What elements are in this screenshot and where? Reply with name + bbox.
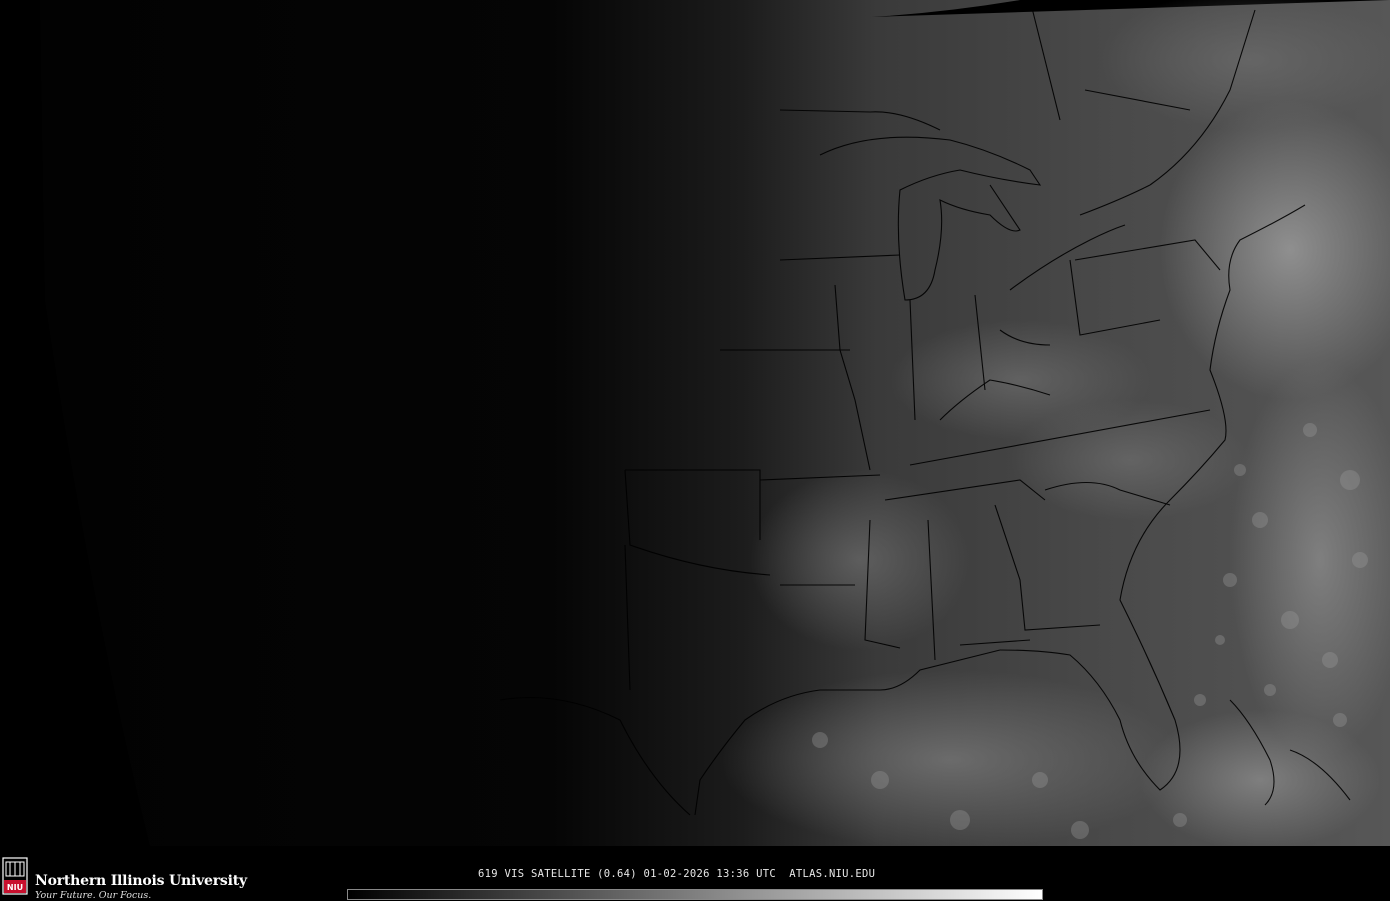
grayscale-colorbar (347, 889, 1043, 900)
cloud-gulf (720, 670, 1180, 846)
niu-seal-icon: NIU (2, 857, 28, 895)
satellite-scene (40, 0, 1390, 846)
satellite-image (0, 0, 1390, 846)
niu-logo[interactable]: NIU Northern Illinois University Your Fu… (2, 856, 247, 901)
logo-mark-text: NIU (7, 883, 23, 892)
logo-tagline: Your Future. Our Focus. (35, 890, 152, 901)
cloud-ohio-valley (890, 320, 1150, 440)
logo-university-name: Northern Illinois University (35, 873, 247, 889)
cloud-mississippi (750, 470, 970, 650)
image-caption: 619 VIS SATELLITE (0.64) 01-02-2026 13:3… (478, 868, 876, 880)
